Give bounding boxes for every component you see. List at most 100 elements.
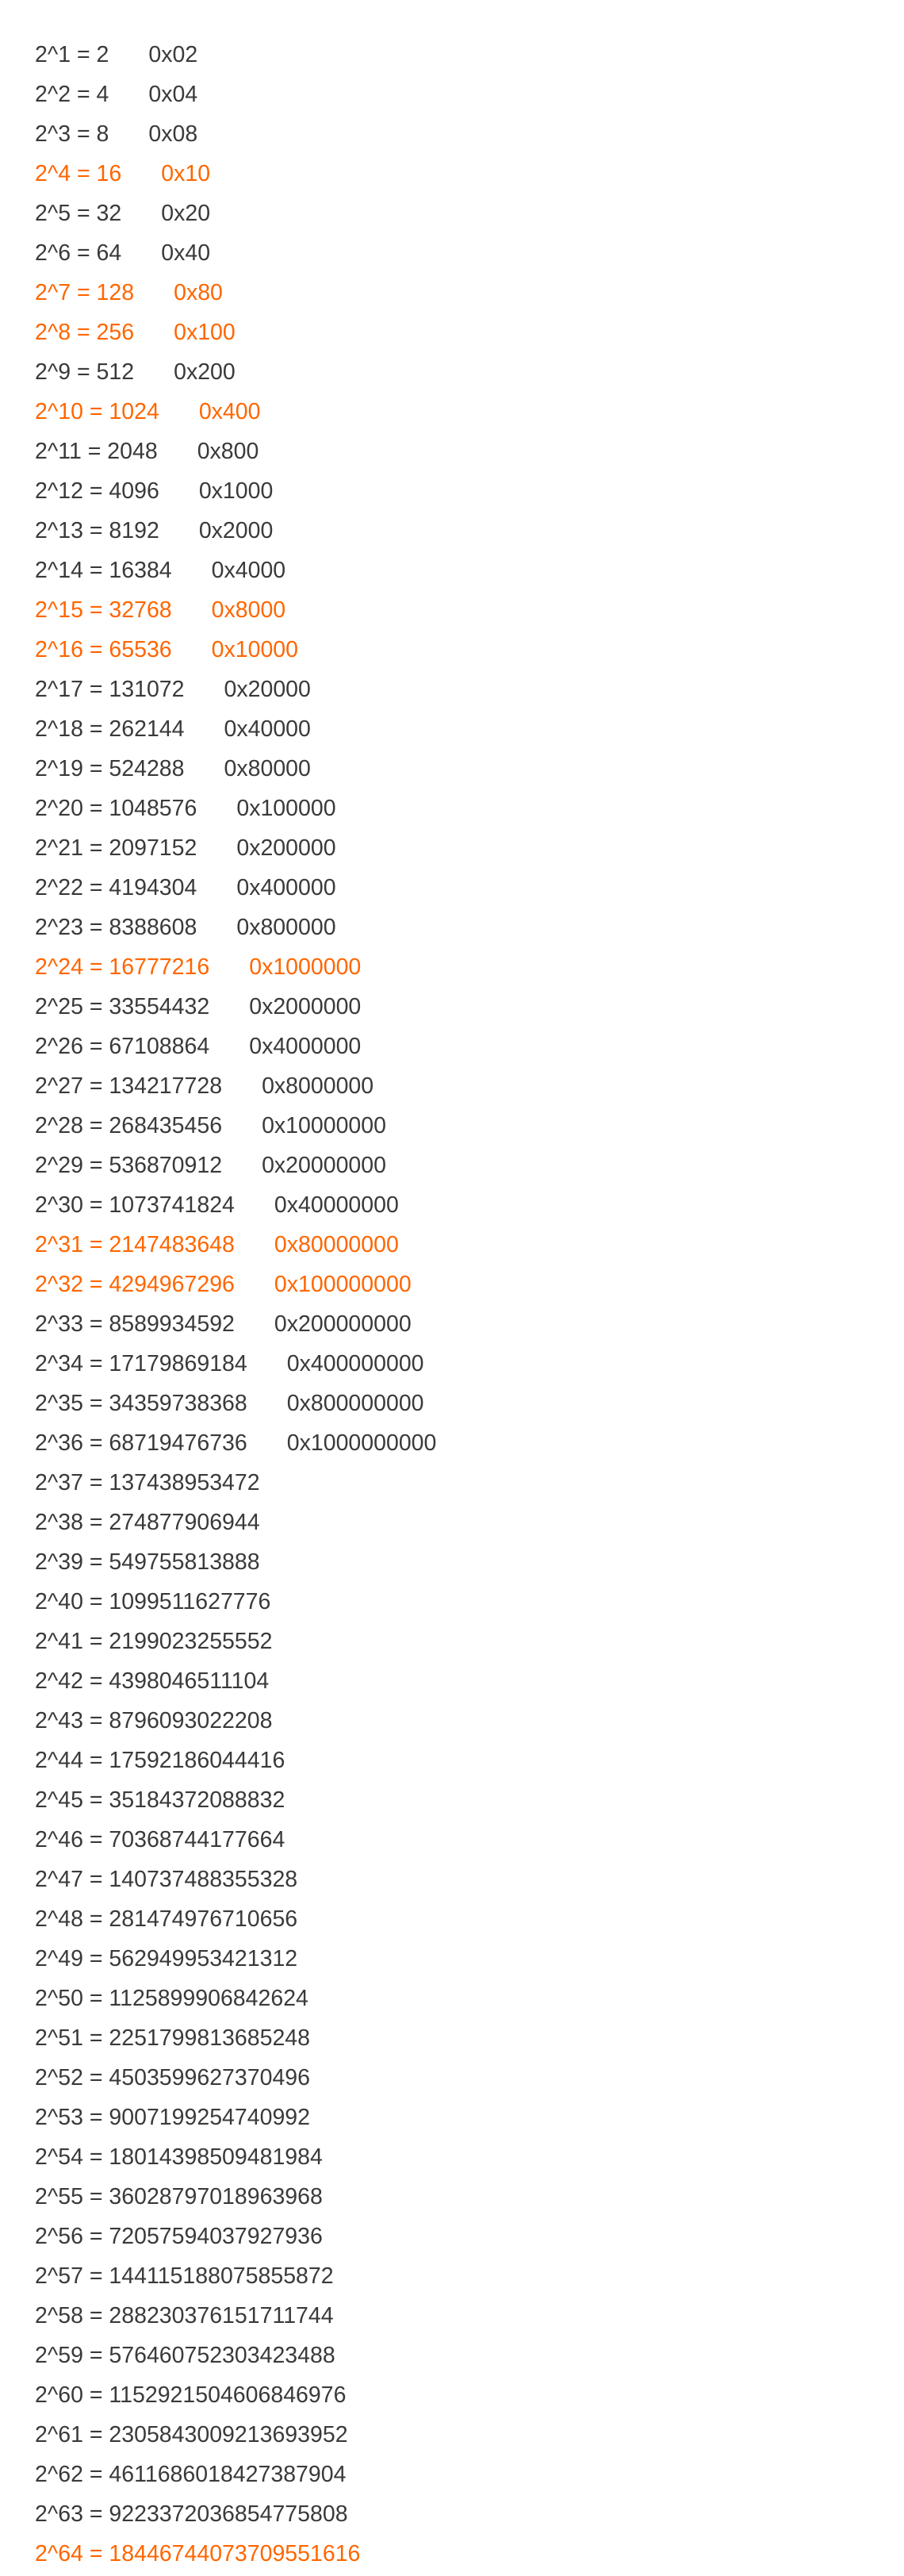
- list-item: 2^48 = 281474976710656: [35, 1899, 868, 1939]
- hex-value: 0x20000: [224, 677, 311, 702]
- power-expression: 2^63 = 9223372036854775808: [35, 2501, 348, 2527]
- hex-value: 0x02: [148, 42, 198, 67]
- hex-value: 0x2000000: [249, 994, 362, 1019]
- power-expression: 2^51 = 2251799813685248: [35, 2025, 311, 2051]
- power-expression: 2^16 = 65536: [35, 637, 172, 662]
- powers-of-two-list: 2^1 = 2 0x02 2^2 = 4 0x04 2^3 = 8 0x08 2^4 = 1…: [35, 35, 868, 2574]
- list-item: 2^46 = 70368744177664: [35, 1820, 868, 1860]
- hex-value: 0x800000: [236, 915, 336, 940]
- power-expression: 2^12 = 4096: [35, 478, 159, 504]
- hex-value: 0x8000: [211, 597, 286, 623]
- power-expression: 2^54 = 18014398509481984: [35, 2144, 323, 2170]
- list-item: 2^17 = 131072 0x20000: [35, 670, 868, 709]
- power-expression: 2^60 = 1152921504606846976: [35, 2382, 347, 2408]
- power-expression: 2^3 = 8: [35, 121, 109, 147]
- list-item: 2^55 = 36028797018963968: [35, 2177, 868, 2217]
- list-item: 2^26 = 67108864 0x4000000: [35, 1027, 868, 1066]
- hex-value: 0x20: [161, 201, 211, 226]
- list-item: 2^22 = 4194304 0x400000: [35, 868, 868, 908]
- list-item: 2^60 = 1152921504606846976: [35, 2375, 868, 2415]
- list-item: 2^47 = 140737488355328: [35, 1860, 868, 1899]
- power-expression: 2^33 = 8589934592: [35, 1311, 235, 1337]
- power-expression: 2^11 = 2048: [35, 439, 158, 464]
- list-item: 2^29 = 536870912 0x20000000: [35, 1146, 868, 1185]
- power-expression: 2^4 = 16: [35, 161, 122, 186]
- list-item: 2^59 = 576460752303423488: [35, 2336, 868, 2375]
- hex-value: 0x1000000: [249, 954, 362, 980]
- power-expression: 2^24 = 16777216: [35, 954, 210, 980]
- list-item: 2^37 = 137438953472: [35, 1463, 868, 1503]
- hex-value: 0x04: [148, 82, 198, 107]
- list-item: 2^53 = 9007199254740992: [35, 2098, 868, 2137]
- power-expression: 2^61 = 2305843009213693952: [35, 2422, 348, 2447]
- list-item: 2^20 = 1048576 0x100000: [35, 789, 868, 828]
- power-expression: 2^28 = 268435456: [35, 1113, 223, 1138]
- list-item: 2^31 = 2147483648 0x80000000: [35, 1225, 868, 1265]
- list-item: 2^45 = 35184372088832: [35, 1780, 868, 1820]
- power-expression: 2^6 = 64: [35, 240, 122, 266]
- power-expression: 2^64 = 18446744073709551616: [35, 2541, 361, 2566]
- power-expression: 2^7 = 128: [35, 280, 135, 305]
- hex-value: 0x80000: [224, 756, 311, 781]
- power-expression: 2^38 = 274877906944: [35, 1510, 260, 1535]
- power-expression: 2^56 = 72057594037927936: [35, 2224, 323, 2249]
- hex-value: 0x80000000: [274, 1232, 399, 1257]
- power-expression: 2^8 = 256: [35, 320, 135, 345]
- hex-value: 0x800000000: [286, 1391, 424, 1416]
- power-expression: 2^30 = 1073741824: [35, 1192, 235, 1218]
- power-expression: 2^15 = 32768: [35, 597, 172, 623]
- power-expression: 2^59 = 576460752303423488: [35, 2343, 335, 2368]
- hex-value: 0x40: [161, 240, 211, 266]
- hex-value: 0x100000000: [274, 1272, 412, 1297]
- hex-value: 0x08: [148, 121, 198, 147]
- hex-value: 0x400000: [236, 875, 336, 900]
- hex-value: 0x100: [174, 320, 236, 345]
- list-item: 2^28 = 268435456 0x10000000: [35, 1106, 868, 1146]
- power-expression: 2^37 = 137438953472: [35, 1470, 260, 1495]
- hex-value: 0x200000000: [274, 1311, 412, 1337]
- power-expression: 2^18 = 262144: [35, 716, 185, 742]
- list-item: 2^44 = 17592186044416: [35, 1741, 868, 1780]
- list-item: 2^52 = 4503599627370496: [35, 2058, 868, 2098]
- power-expression: 2^20 = 1048576: [35, 796, 197, 821]
- power-expression: 2^57 = 144115188075855872: [35, 2263, 334, 2289]
- list-item: 2^39 = 549755813888: [35, 1542, 868, 1582]
- list-item: 2^32 = 4294967296 0x100000000: [35, 1265, 868, 1304]
- list-item: 2^49 = 562949953421312: [35, 1939, 868, 1979]
- hex-value: 0x4000: [211, 558, 286, 583]
- hex-value: 0x100000: [236, 796, 336, 821]
- power-expression: 2^10 = 1024: [35, 399, 159, 424]
- power-expression: 2^29 = 536870912: [35, 1153, 223, 1178]
- list-item: 2^42 = 4398046511104: [35, 1661, 868, 1701]
- power-expression: 2^31 = 2147483648: [35, 1232, 235, 1257]
- list-item: 2^35 = 34359738368 0x800000000: [35, 1384, 868, 1423]
- list-item: 2^36 = 68719476736 0x1000000000: [35, 1423, 868, 1463]
- power-expression: 2^46 = 70368744177664: [35, 1827, 285, 1852]
- list-item: 2^3 = 8 0x08: [35, 114, 868, 154]
- power-expression: 2^44 = 17592186044416: [35, 1748, 285, 1773]
- hex-value: 0x2000: [198, 518, 274, 543]
- power-expression: 2^5 = 32: [35, 201, 122, 226]
- power-expression: 2^22 = 4194304: [35, 875, 197, 900]
- power-expression: 2^50 = 1125899906842624: [35, 1986, 308, 2011]
- list-item: 2^63 = 9223372036854775808: [35, 2494, 868, 2534]
- power-expression: 2^49 = 562949953421312: [35, 1946, 298, 1971]
- list-item: 2^16 = 65536 0x10000: [35, 630, 868, 670]
- list-item: 2^2 = 4 0x04: [35, 75, 868, 114]
- list-item: 2^24 = 16777216 0x1000000: [35, 947, 868, 987]
- list-item: 2^58 = 288230376151711744: [35, 2296, 868, 2336]
- list-item: 2^25 = 33554432 0x2000000: [35, 987, 868, 1027]
- hex-value: 0x20000000: [262, 1153, 386, 1178]
- hex-value: 0x800: [197, 439, 259, 464]
- power-expression: 2^26 = 67108864: [35, 1034, 210, 1059]
- power-expression: 2^1 = 2: [35, 42, 109, 67]
- hex-value: 0x80: [174, 280, 223, 305]
- power-expression: 2^42 = 4398046511104: [35, 1668, 270, 1694]
- list-item: 2^19 = 524288 0x80000: [35, 749, 868, 789]
- power-expression: 2^21 = 2097152: [35, 835, 197, 861]
- hex-value: 0x4000000: [249, 1034, 362, 1059]
- list-item: 2^38 = 274877906944: [35, 1503, 868, 1542]
- power-expression: 2^62 = 4611686018427387904: [35, 2462, 347, 2487]
- list-item: 2^11 = 2048 0x800: [35, 432, 868, 471]
- list-item: 2^5 = 32 0x20: [35, 194, 868, 233]
